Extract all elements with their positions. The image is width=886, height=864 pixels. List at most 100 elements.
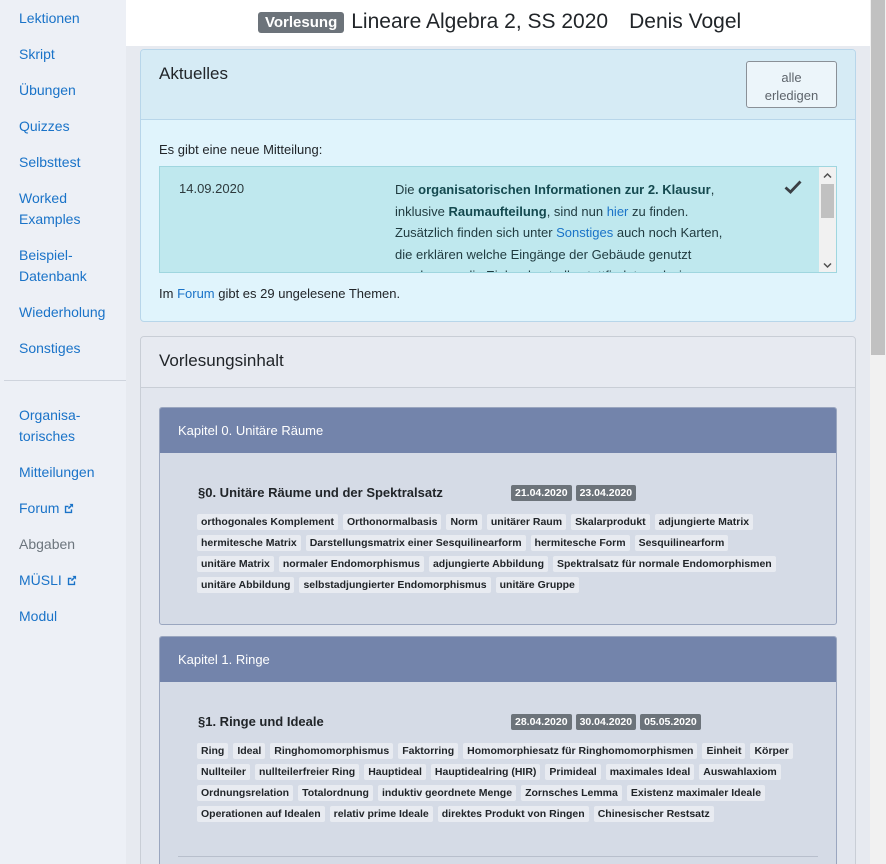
sidebar-item-wiederholung[interactable]: Wiederholung bbox=[0, 302, 126, 323]
keyword-tag[interactable]: Einheit bbox=[702, 743, 746, 759]
forum-link[interactable]: Forum bbox=[177, 286, 215, 301]
date-badge: 21.04.2020 bbox=[511, 485, 572, 501]
keyword-tag[interactable]: Primideal bbox=[545, 764, 601, 780]
message-link-hier[interactable]: hier bbox=[607, 204, 629, 219]
section-dates: 28.04.2020 30.04.2020 05.05.2020 bbox=[511, 714, 701, 730]
keyword-tag[interactable]: Orthonormalbasis bbox=[343, 514, 442, 530]
sidebar-item-modul[interactable]: Modul bbox=[0, 606, 126, 627]
keyword-tag[interactable]: Hauptideal bbox=[364, 764, 426, 780]
section-title[interactable]: §0. Unitäre Räume und der Spektralsatz bbox=[198, 485, 443, 500]
keyword-tag[interactable]: Spektralsatz für normale Endomorphismen bbox=[553, 556, 776, 572]
page-scrollbar-thumb[interactable] bbox=[871, 0, 885, 355]
sidebar-item-selbsttest[interactable]: Selbsttest bbox=[0, 152, 126, 173]
scroll-up-icon[interactable] bbox=[823, 171, 832, 180]
message-date: 14.09.2020 bbox=[179, 181, 245, 196]
keyword-tag[interactable]: direktes Produkt von Ringen bbox=[437, 806, 589, 822]
page-header: Vorlesung Lineare Algebra 2, SS 2020 Den… bbox=[126, 0, 870, 46]
sidebar-item-forum[interactable]: Forum bbox=[0, 498, 126, 519]
keyword-tag[interactable]: Hauptidealring (HIR) bbox=[430, 764, 541, 780]
message-link-sonstiges[interactable]: Sonstiges bbox=[556, 225, 613, 240]
keyword-tag[interactable]: Körper bbox=[750, 743, 793, 759]
keyword-tag[interactable]: Zornsches Lemma bbox=[521, 785, 622, 801]
sidebar-item-beispiel-datenbank[interactable]: Beispiel- Datenbank bbox=[0, 245, 126, 287]
keyword-tag[interactable]: nullteilerfreier Ring bbox=[254, 764, 360, 780]
keyword-tag[interactable]: Operationen auf Idealen bbox=[197, 806, 325, 822]
date-badge: 28.04.2020 bbox=[511, 714, 572, 730]
keyword-tag[interactable]: Auswahlaxiom bbox=[699, 764, 781, 780]
lecture-badge: Vorlesung bbox=[258, 11, 345, 33]
sidebar-item-abgaben: Abgaben bbox=[19, 536, 76, 552]
lecture-content-title: Vorlesungsinhalt bbox=[159, 351, 284, 370]
keyword-tag[interactable]: Sesquilinearform bbox=[634, 535, 729, 551]
sidebar-item-muesli[interactable]: MÜSLI bbox=[0, 570, 126, 591]
message-scrollbar-thumb[interactable] bbox=[821, 184, 834, 218]
external-link-icon bbox=[65, 503, 74, 514]
date-badge: 30.04.2020 bbox=[575, 714, 637, 730]
keyword-tag[interactable]: unitärer Raum bbox=[486, 514, 567, 530]
sidebar-item-forum-label: Forum bbox=[19, 500, 60, 516]
dismiss-all-button[interactable]: alle erledigen bbox=[746, 61, 837, 108]
keyword-tag[interactable]: Chinesischer Restsatz bbox=[593, 806, 714, 822]
main-content: Vorlesung Lineare Algebra 2, SS 2020 Den… bbox=[126, 0, 870, 864]
keyword-tag[interactable]: Faktorring bbox=[398, 743, 459, 759]
chapter-title[interactable]: Kapitel 0. Unitäre Räume bbox=[160, 408, 836, 453]
forum-line-text: gibt es 29 ungelesene Themen. bbox=[214, 286, 401, 301]
tag-list: orthogonales Komplement Orthonormalbasis N… bbox=[197, 514, 797, 593]
keyword-tag[interactable]: unitäre Abbildung bbox=[197, 577, 295, 593]
news-intro: Es gibt eine neue Mitteilung: bbox=[159, 142, 323, 157]
keyword-tag[interactable]: hermitesche Form bbox=[530, 535, 630, 551]
keyword-tag[interactable]: Norm bbox=[446, 514, 482, 530]
sidebar-item-worked-examples[interactable]: Worked Examples bbox=[0, 188, 126, 230]
sidebar-item-quizzes[interactable]: Quizzes bbox=[0, 116, 126, 137]
sidebar-item-lektionen[interactable]: Lektionen bbox=[0, 8, 126, 29]
keyword-tag[interactable]: Ring bbox=[197, 743, 229, 759]
keyword-tag[interactable]: Ringhomomorphismus bbox=[270, 743, 394, 759]
lecture-content-header: Vorlesungsinhalt bbox=[141, 337, 855, 388]
keyword-tag[interactable]: Totalordnung bbox=[298, 785, 373, 801]
keyword-tag[interactable]: unitäre Matrix bbox=[197, 556, 274, 572]
keyword-tag[interactable]: selbstadjungierter Endomorphismus bbox=[299, 577, 491, 593]
section-dates: 21.04.2020 23.04.2020 bbox=[511, 485, 637, 501]
message-bold-text: Raumaufteilung bbox=[448, 203, 547, 219]
message-scrollbar[interactable] bbox=[819, 167, 836, 272]
chapter-card: Kapitel 0. Unitäre Räume §0. Unitäre Räu… bbox=[159, 407, 837, 625]
news-card: Aktuelles alle erledigen Es gibt eine ne… bbox=[140, 49, 856, 322]
sidebar-item-sonstiges[interactable]: Sonstiges bbox=[0, 338, 126, 359]
keyword-tag[interactable]: Nullteiler bbox=[197, 764, 250, 780]
keyword-tag[interactable]: Ideal bbox=[233, 743, 266, 759]
keyword-tag[interactable]: unitäre Gruppe bbox=[495, 577, 579, 593]
external-link-icon bbox=[67, 575, 76, 586]
keyword-tag[interactable]: Homomorphiesatz für Ringhomomorphismen bbox=[463, 743, 698, 759]
keyword-tag[interactable]: normaler Endomorphismus bbox=[278, 556, 424, 572]
keyword-tag[interactable]: adjungierte Matrix bbox=[654, 514, 754, 530]
news-card-header: Aktuelles alle erledigen bbox=[141, 50, 855, 120]
message-text: Die organisatorischen Informationen zur … bbox=[395, 179, 740, 272]
sidebar-item-organisatorisches[interactable]: Organisa- torisches bbox=[0, 405, 126, 447]
check-icon[interactable] bbox=[784, 179, 802, 195]
keyword-tag[interactable]: maximales Ideal bbox=[605, 764, 695, 780]
scroll-down-icon[interactable] bbox=[823, 261, 832, 270]
keyword-tag[interactable]: Darstellungsmatrix einer Sesquilinearfor… bbox=[305, 535, 526, 551]
forum-line-text: Im bbox=[159, 286, 178, 301]
keyword-tag[interactable]: Skalarprodukt bbox=[571, 514, 650, 530]
lecture-content-card: Vorlesungsinhalt Kapitel 0. Unitäre Räum… bbox=[140, 336, 856, 864]
sidebar-item-skript[interactable]: Skript bbox=[0, 44, 126, 65]
author-name: Denis Vogel bbox=[629, 10, 742, 33]
sidebar-item-mitteilungen[interactable]: Mitteilungen bbox=[0, 462, 126, 483]
keyword-tag[interactable]: adjungierte Abbildung bbox=[428, 556, 548, 572]
keyword-tag[interactable]: Ordnungsrelation bbox=[197, 785, 294, 801]
section-title[interactable]: §1. Ringe und Ideale bbox=[198, 714, 324, 729]
chapter-card: Kapitel 1. Ringe §1. Ringe und Ideale 28… bbox=[159, 636, 837, 864]
sidebar-item-uebungen[interactable]: Übungen bbox=[0, 80, 126, 101]
keyword-tag[interactable]: relativ prime Ideale bbox=[329, 806, 433, 822]
sidebar: Lektionen Skript Übungen Quizzes Selbstt… bbox=[0, 0, 126, 864]
keyword-tag[interactable]: induktiv geordnete Menge bbox=[377, 785, 517, 801]
keyword-tag[interactable]: orthogonales Komplement bbox=[197, 514, 339, 530]
chapter-title[interactable]: Kapitel 1. Ringe bbox=[160, 637, 836, 682]
keyword-tag[interactable]: hermitesche Matrix bbox=[197, 535, 301, 551]
keyword-tag[interactable]: Existenz maximaler Ideale bbox=[626, 785, 766, 801]
news-card-title: Aktuelles bbox=[159, 64, 228, 83]
message-box: 14.09.2020 Die organisatorischen Informa… bbox=[159, 166, 837, 273]
page-title: Lineare Algebra 2, SS 2020 bbox=[351, 10, 609, 33]
date-badge: 23.04.2020 bbox=[575, 485, 637, 501]
